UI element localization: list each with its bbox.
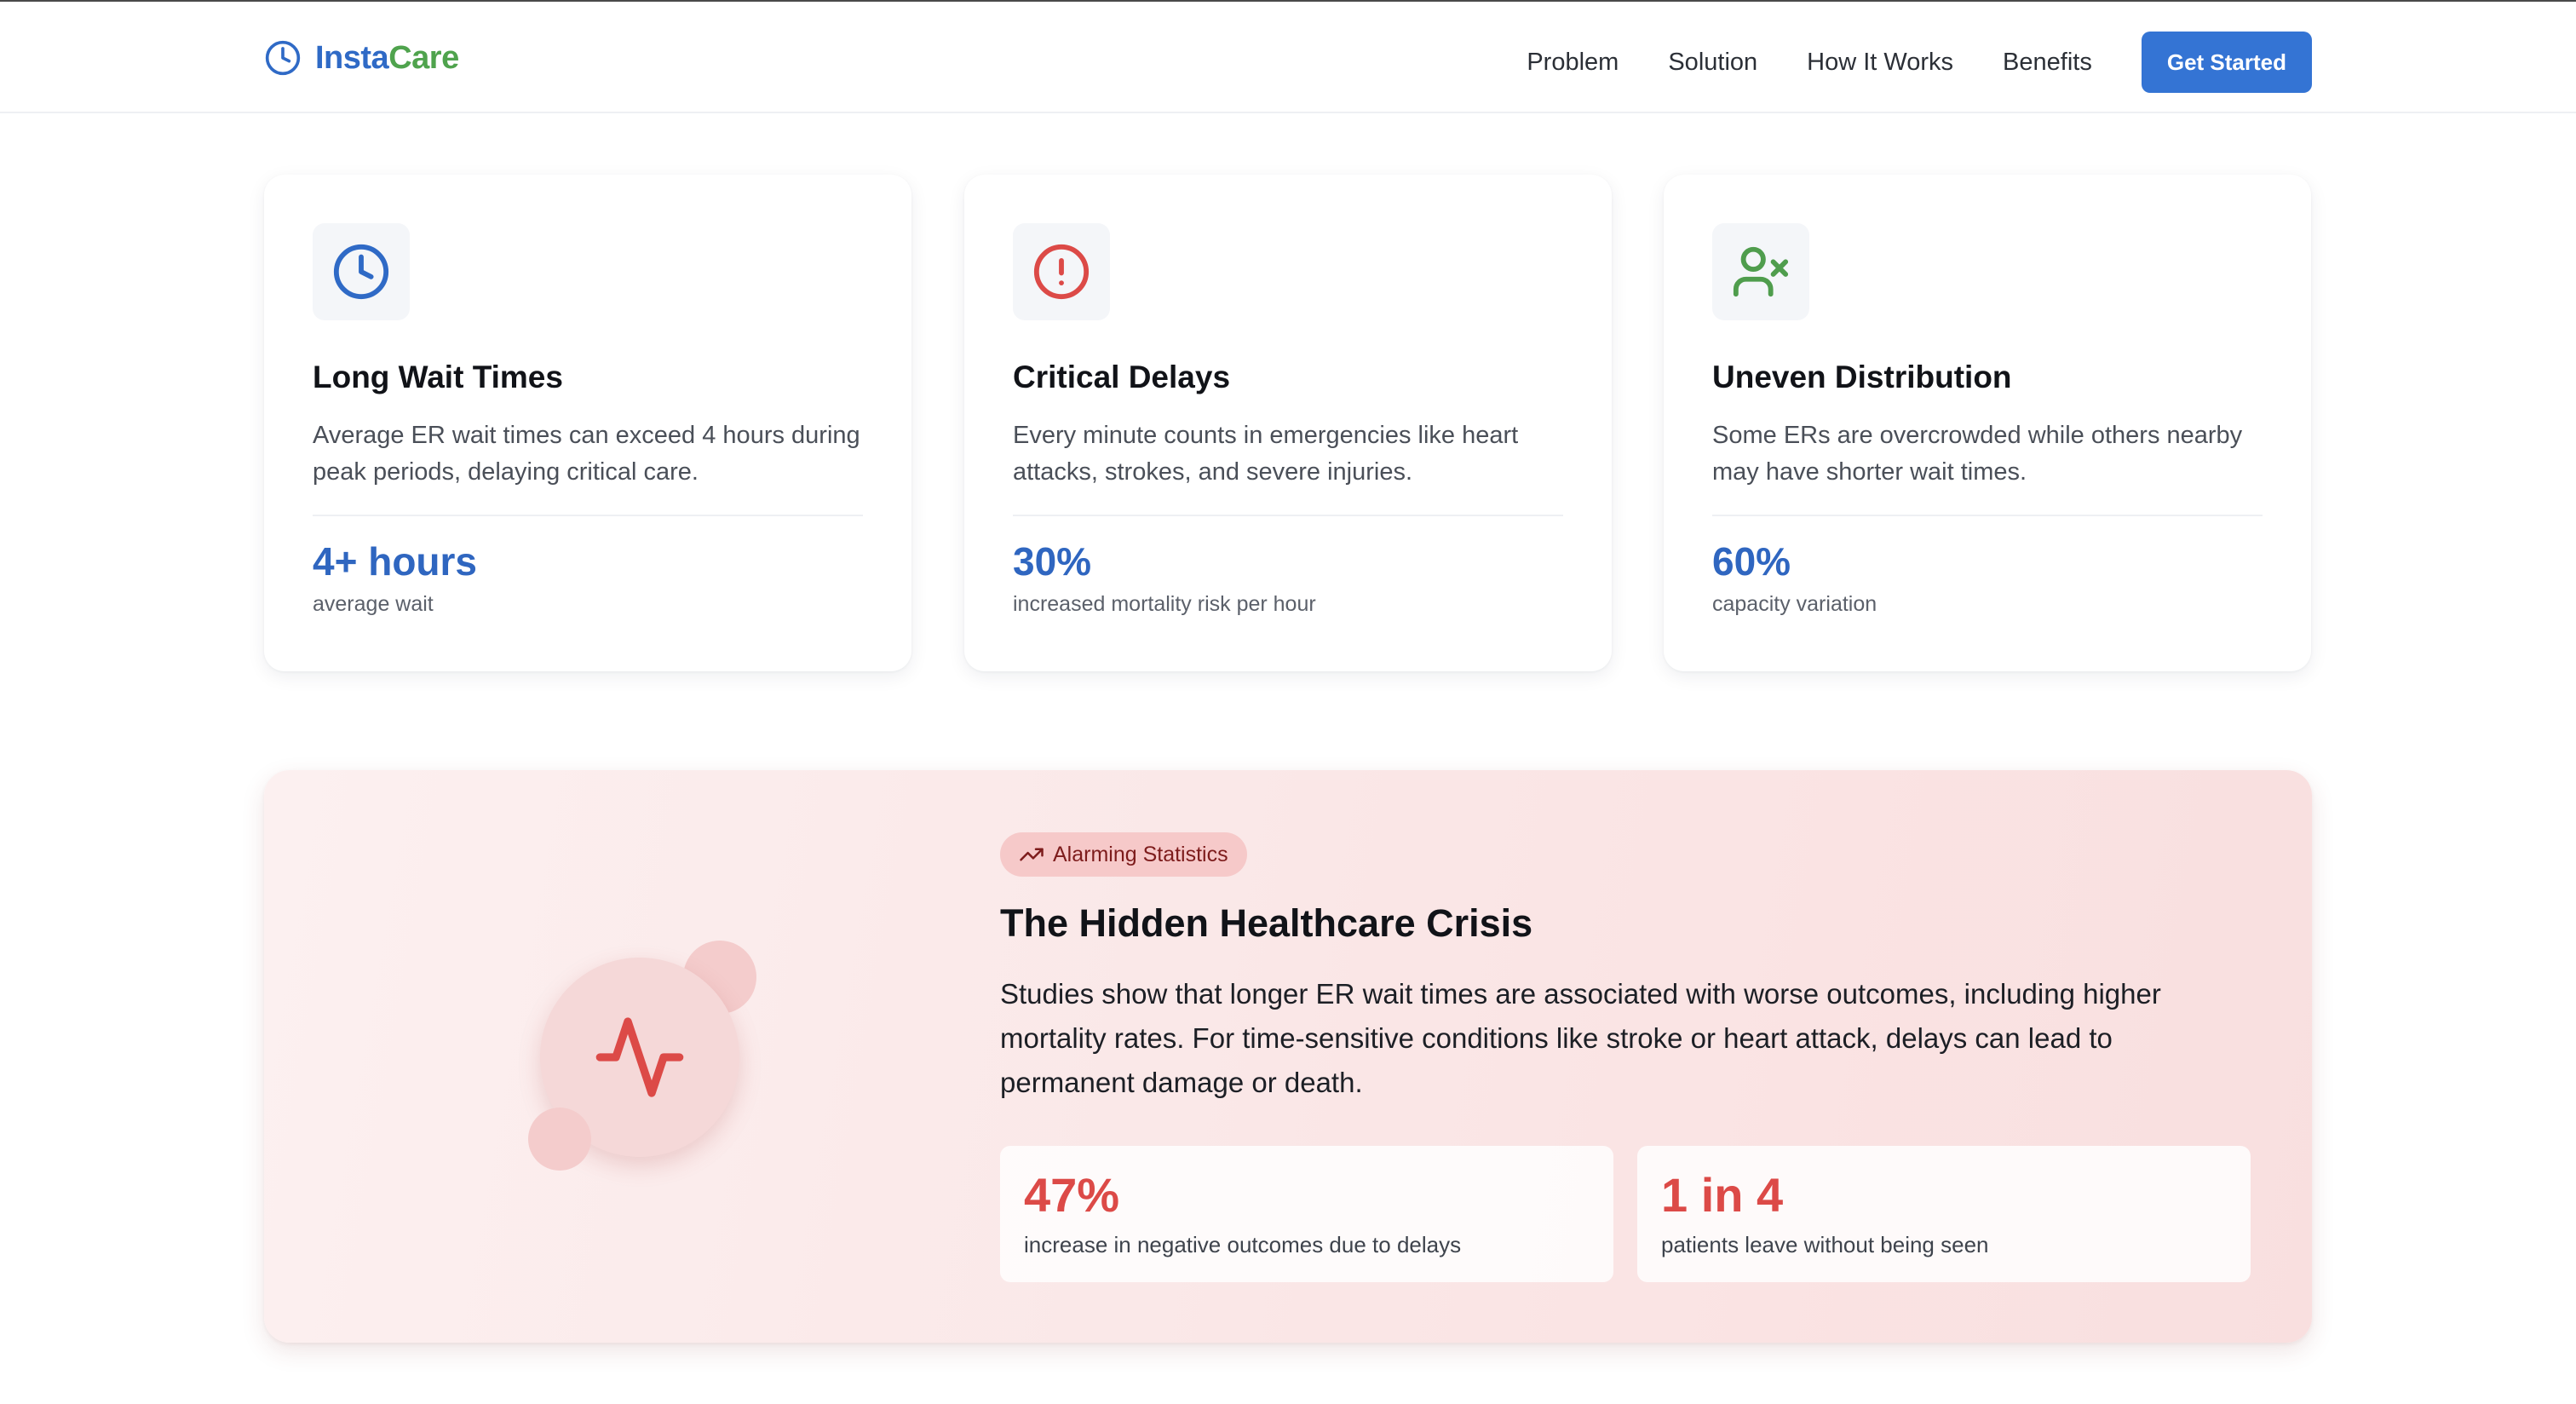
- alert-circle-icon: [1033, 244, 1090, 300]
- logo-text-care: Care: [388, 40, 459, 76]
- stat-value: 1 in 4: [1661, 1167, 1784, 1222]
- problem-card-uneven-distribution: Uneven Distribution Some ERs are overcro…: [1664, 175, 2311, 671]
- clock-icon: [265, 40, 301, 76]
- logo-text-insta: Insta: [315, 40, 389, 76]
- card-divider: [1013, 514, 1563, 516]
- stat-card-patients-leave: 1 in 4 patients leave without being seen: [1637, 1145, 2251, 1282]
- card-stat-label: average wait: [313, 591, 434, 616]
- card-stat-value: 60%: [1712, 538, 1791, 584]
- main-nav: Problem Solution How It Works Benefits G…: [1527, 32, 2312, 93]
- card-stat-value: 30%: [1013, 538, 1092, 584]
- crisis-content: Alarming Statistics The Hidden Healthcar…: [1000, 832, 2252, 1282]
- activity-icon: [595, 1017, 684, 1097]
- stat-value: 47%: [1024, 1167, 1120, 1222]
- logo-text: InstaCare: [315, 42, 459, 74]
- card-divider: [313, 514, 863, 516]
- problem-card-wait-times: Long Wait Times Average ER wait times ca…: [264, 175, 911, 671]
- card-description: Some ERs are overcrowded while others ne…: [1712, 421, 2243, 486]
- crisis-section: Alarming Statistics The Hidden Healthcar…: [264, 770, 2312, 1343]
- nav-link-benefits[interactable]: Benefits: [2003, 49, 2092, 75]
- card-title: Uneven Distribution: [1712, 360, 2012, 394]
- get-started-button[interactable]: Get Started: [2141, 32, 2312, 93]
- card-title: Long Wait Times: [313, 360, 563, 394]
- crisis-body: Studies show that longer ER wait times a…: [1000, 977, 2161, 1098]
- card-stat-value: 4+ hours: [313, 538, 478, 584]
- crisis-illustration: [520, 941, 767, 1179]
- crisis-stats: 47% increase in negative outcomes due to…: [1000, 1145, 2252, 1282]
- crisis-title: The Hidden Healthcare Crisis: [1000, 901, 1533, 945]
- card-stat-label: capacity variation: [1712, 591, 1877, 616]
- site-header: InstaCare Problem Solution How It Works …: [0, 2, 2576, 113]
- trending-up-icon: [1020, 848, 1044, 861]
- stat-label: patients leave without being seen: [1661, 1231, 1989, 1257]
- alarming-statistics-badge: Alarming Statistics: [1000, 832, 1247, 877]
- card-icon-box: [1712, 223, 1809, 320]
- logo[interactable]: InstaCare: [264, 36, 459, 80]
- clock-icon: [333, 244, 389, 300]
- problem-card-critical-delays: Critical Delays Every minute counts in e…: [964, 175, 1612, 671]
- decorative-bubble: [528, 1108, 591, 1171]
- card-description: Every minute counts in emergencies like …: [1013, 421, 1519, 486]
- card-description: Average ER wait times can exceed 4 hours…: [313, 421, 860, 486]
- card-title: Critical Delays: [1013, 360, 1231, 394]
- card-stat-label: increased mortality risk per hour: [1013, 591, 1316, 616]
- stat-label: increase in negative outcomes due to del…: [1024, 1231, 1462, 1257]
- nav-link-problem[interactable]: Problem: [1527, 49, 1619, 75]
- nav-link-how-it-works[interactable]: How It Works: [1807, 49, 1953, 75]
- card-divider: [1712, 514, 2263, 516]
- nav-link-solution[interactable]: Solution: [1668, 49, 1757, 75]
- user-x-icon: [1733, 246, 1789, 297]
- card-icon-box: [1013, 223, 1110, 320]
- stat-card-negative-outcomes: 47% increase in negative outcomes due to…: [1000, 1145, 1613, 1282]
- landing-page: InstaCare Problem Solution How It Works …: [0, 0, 2576, 1404]
- badge-label: Alarming Statistics: [1053, 842, 1228, 866]
- card-icon-box: [313, 223, 410, 320]
